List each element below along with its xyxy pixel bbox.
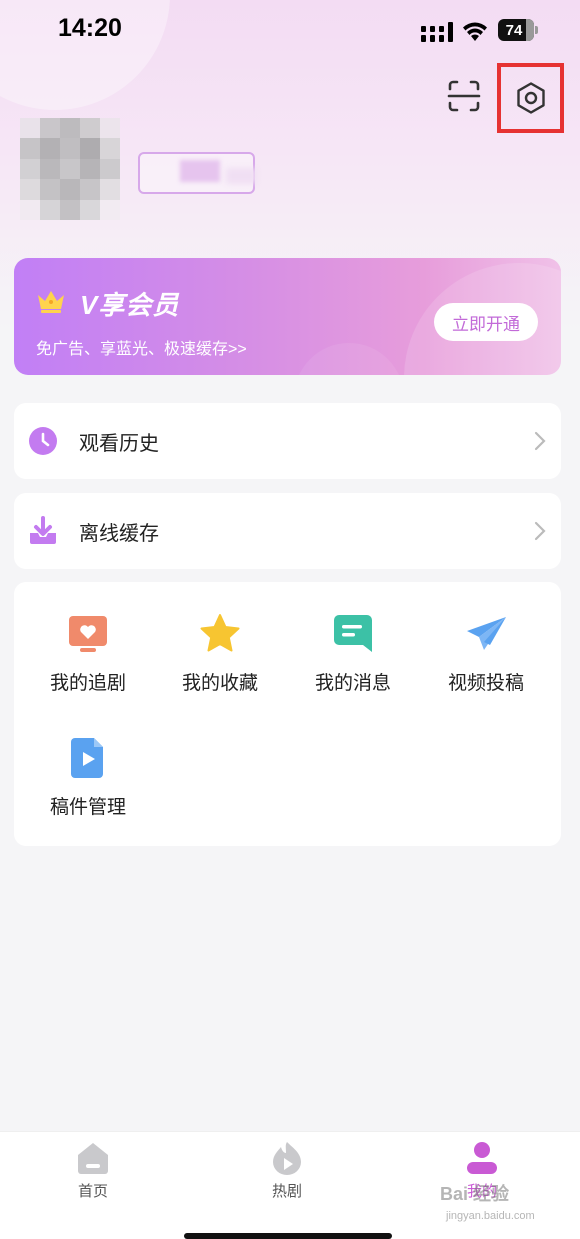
tv-heart-icon: [69, 616, 107, 652]
row-label: 离线缓存: [79, 522, 159, 545]
avatar[interactable]: [20, 118, 120, 220]
home-indicator: [184, 1233, 392, 1239]
clock-icon: [29, 427, 57, 455]
nav-label: 热剧: [271, 1183, 302, 1200]
row-offline-cache[interactable]: 离线缓存: [14, 493, 561, 569]
grid-label: 我的收藏: [181, 673, 258, 694]
paper-plane-icon: [467, 617, 506, 650]
status-bar: 14:20 74: [0, 0, 580, 62]
cellular-signal-icon: [421, 22, 453, 42]
battery-level: 74: [505, 21, 523, 39]
message-icon: [334, 615, 372, 652]
grid-label: 视频投稿: [447, 673, 524, 694]
battery-icon: 74: [498, 19, 538, 41]
nav-label: 首页: [77, 1183, 108, 1200]
watermark-sub: jingyan.baidu.com: [446, 1210, 535, 1222]
watermark-text: Bai 经验: [440, 1184, 510, 1204]
vip-subtitle: 免广告、享蓝光、极速缓存>>: [36, 341, 247, 358]
nav-hot-series[interactable]: 热剧: [237, 1140, 337, 1201]
home-icon: [78, 1143, 108, 1174]
user-icon: [467, 1142, 497, 1174]
settings-button[interactable]: [497, 63, 564, 133]
nav-home[interactable]: 首页: [43, 1140, 143, 1201]
grid-item-manuscript-management[interactable]: 稿件管理: [38, 736, 138, 819]
download-icon: [30, 516, 56, 544]
open-vip-button[interactable]: 立即开通: [434, 303, 538, 341]
row-label: 观看历史: [79, 432, 159, 455]
grid-label: 稿件管理: [49, 797, 126, 818]
row-watch-history[interactable]: 观看历史: [14, 403, 561, 479]
status-time: 14:20: [58, 14, 122, 42]
grid-item-my-favorites[interactable]: 我的收藏: [170, 612, 270, 695]
flame-play-icon: [273, 1142, 301, 1175]
chevron-right-icon: [534, 431, 546, 451]
grid-label: 我的消息: [314, 673, 391, 694]
watermark: Bai 经验 jingyan.baidu.com: [440, 1180, 570, 1230]
grid-item-my-messages[interactable]: 我的消息: [303, 612, 403, 695]
gear-icon: [516, 82, 545, 114]
chevron-right-icon: [534, 521, 546, 541]
vip-banner[interactable]: V享会员 免广告、享蓝光、极速缓存>> 立即开通: [14, 258, 561, 375]
grid-item-my-series[interactable]: 我的追剧: [38, 612, 138, 695]
vip-title: V享会员: [80, 290, 180, 320]
grid-label: 我的追剧: [49, 673, 126, 694]
wifi-icon: [463, 22, 487, 41]
scan-icon[interactable]: [446, 78, 482, 114]
tools-grid: 我的追剧 我的收藏 我的消息 视频投稿 稿件管理: [14, 582, 561, 846]
grid-item-video-submit[interactable]: 视频投稿: [436, 612, 536, 695]
nickname-badge[interactable]: [138, 152, 256, 194]
crown-icon: [38, 291, 64, 313]
video-file-icon: [71, 738, 103, 778]
star-icon: [200, 614, 240, 652]
